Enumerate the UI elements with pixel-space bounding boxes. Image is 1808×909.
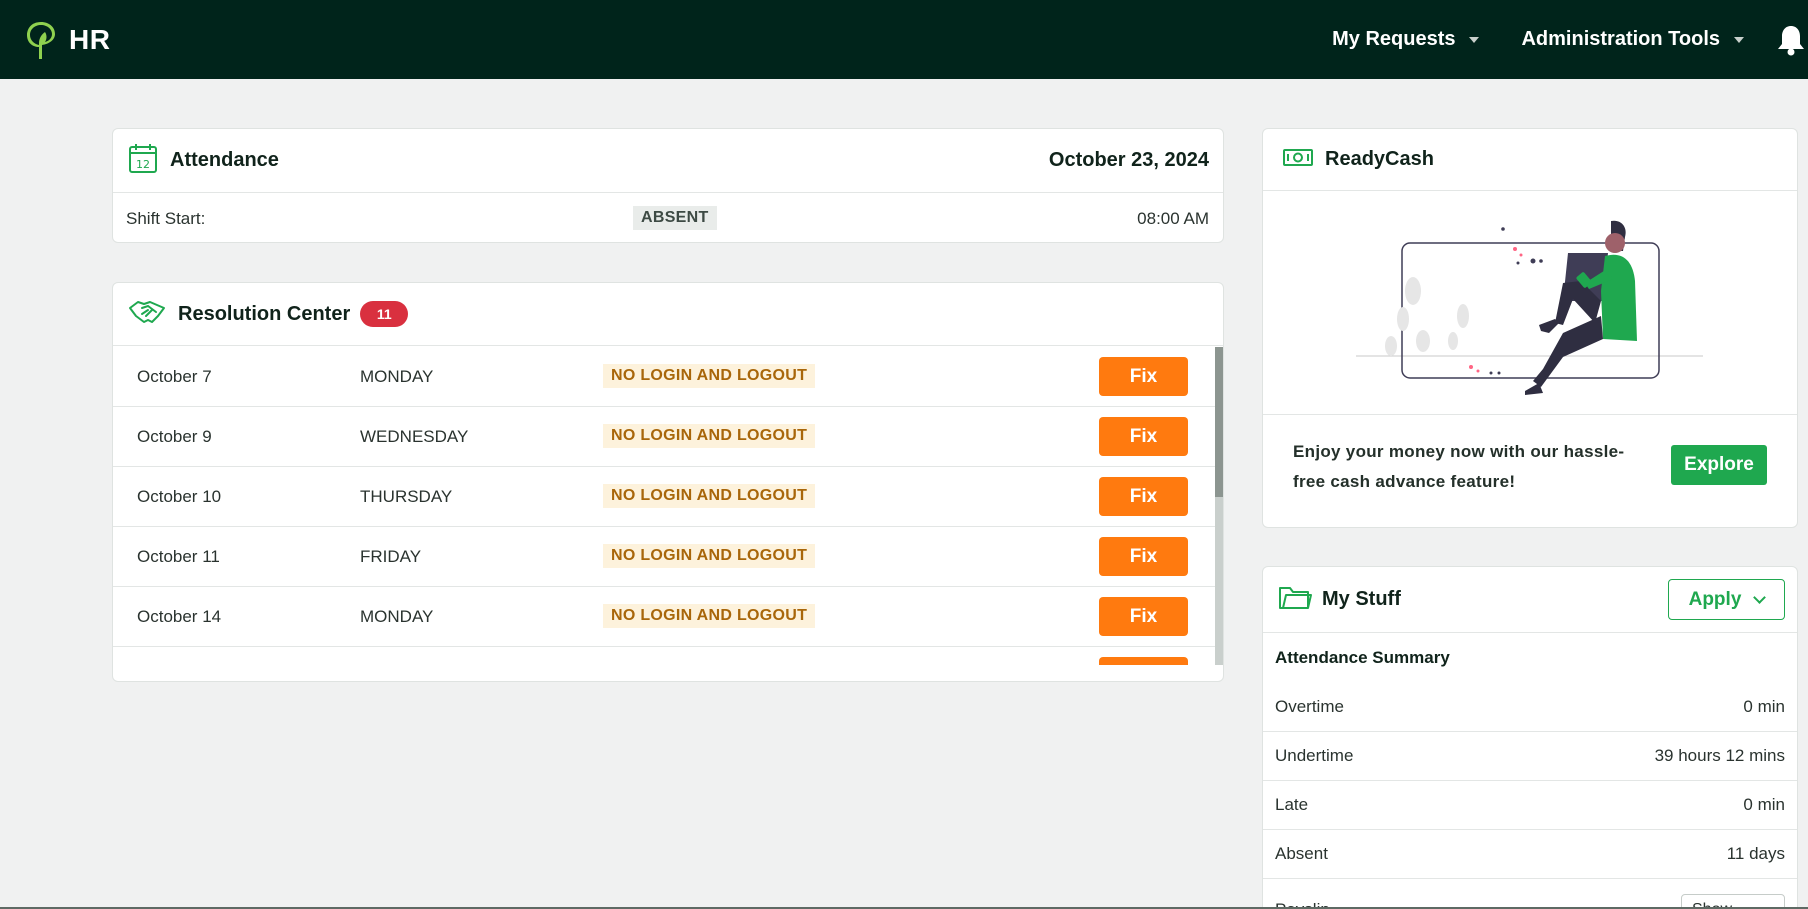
- row-date: October 7: [137, 367, 212, 386]
- bell-icon[interactable]: [1774, 23, 1808, 57]
- status-badge: ABSENT: [633, 206, 717, 230]
- row-day: MONDAY: [360, 367, 434, 386]
- fix-button[interactable]: Fix: [1099, 477, 1188, 516]
- apply-dropdown-button[interactable]: Apply: [1668, 579, 1785, 620]
- summary-label: Undertime: [1275, 746, 1354, 765]
- row-day: FRIDAY: [360, 547, 422, 566]
- row-date: October 14: [137, 607, 222, 626]
- attendance-title: Attendance: [170, 149, 279, 171]
- chevron-down-icon: [1753, 590, 1767, 604]
- explore-button[interactable]: Explore: [1671, 445, 1767, 485]
- table-row: October 9 WEDNESDAY NO LOGIN AND LOGOUT …: [113, 407, 1215, 467]
- chevron-down-icon: [1734, 36, 1744, 43]
- table-row: [113, 647, 1215, 665]
- readycash-card: ReadyCash Enjoy your money now with our …: [1262, 128, 1798, 528]
- shift-row: Shift Start: ABSENT 08:00 AM: [113, 193, 1223, 242]
- chevron-down-icon: [1469, 36, 1480, 43]
- summary-row: Overtime 0 min: [1263, 683, 1797, 732]
- attendance-card: 12 Attendance October 23, 2024 Shift Sta…: [112, 128, 1224, 243]
- resolution-center-card: Resolution Center 11 October 7 MONDAY NO…: [112, 282, 1224, 682]
- summary-row: Undertime 39 hours 12 mins: [1263, 732, 1797, 781]
- readycash-illustration: [1263, 191, 1797, 415]
- apply-label: Apply: [1688, 588, 1742, 610]
- issue-badge: NO LOGIN AND LOGOUT: [603, 484, 816, 508]
- summary-label: Absent: [1275, 844, 1328, 863]
- table-row: October 11 FRIDAY NO LOGIN AND LOGOUT Fi…: [113, 527, 1215, 587]
- scrollbar-thumb[interactable]: [1215, 347, 1223, 497]
- row-day: THURSDAY: [360, 487, 453, 506]
- issue-badge: NO LOGIN AND LOGOUT: [603, 604, 816, 628]
- brand-name: HR: [69, 23, 111, 55]
- scrollbar[interactable]: [1215, 347, 1223, 665]
- resolution-list[interactable]: October 7 MONDAY NO LOGIN AND LOGOUT Fix…: [113, 347, 1215, 665]
- fix-button[interactable]: [1099, 657, 1188, 665]
- row-date: October 10: [137, 487, 222, 506]
- shift-start-label: Shift Start:: [126, 208, 206, 228]
- row-day: WEDNESDAY: [360, 427, 469, 446]
- count-badge: 11: [360, 301, 409, 327]
- cash-icon: [1283, 147, 1313, 172]
- issue-badge: NO LOGIN AND LOGOUT: [603, 424, 816, 448]
- row-date: October 9: [137, 427, 212, 446]
- table-row: October 7 MONDAY NO LOGIN AND LOGOUT Fix: [113, 347, 1215, 407]
- attendance-date: October 23, 2024: [1048, 149, 1209, 171]
- my-stuff-title: My Stuff: [1322, 588, 1401, 610]
- my-stuff-card: My Stuff Apply Attendance Summary Overti…: [1262, 566, 1798, 909]
- top-navbar: HR My Requests Administration Tools: [0, 0, 1808, 79]
- folder-icon: [1278, 583, 1312, 616]
- row-date: October 11: [137, 547, 220, 566]
- summary-value: 11 days: [1726, 844, 1785, 863]
- readycash-description: Enjoy your money now with our hassle-fre…: [1293, 442, 1625, 491]
- my-requests-label: My Requests: [1332, 28, 1456, 50]
- fix-button[interactable]: Fix: [1099, 417, 1188, 456]
- resolution-center-title: Resolution Center: [178, 302, 351, 325]
- leaf-logo-icon: [25, 19, 57, 61]
- summary-value: 39 hours 12 mins: [1654, 746, 1785, 765]
- summary-label: Late: [1275, 795, 1309, 814]
- table-row: October 10 THURSDAY NO LOGIN AND LOGOUT …: [113, 467, 1215, 527]
- shift-start-time: 08:00 AM: [1137, 208, 1209, 228]
- summary-row: Payslip Show: [1263, 879, 1797, 909]
- summary-value: 0 min: [1743, 697, 1785, 716]
- attendance-summary-title: Attendance Summary: [1275, 648, 1450, 667]
- handshake-icon: [128, 298, 166, 331]
- summary-value: 0 min: [1743, 795, 1785, 814]
- issue-badge: NO LOGIN AND LOGOUT: [603, 544, 816, 568]
- table-row: October 14 MONDAY NO LOGIN AND LOGOUT Fi…: [113, 587, 1215, 647]
- summary-row: Late 0 min: [1263, 781, 1797, 830]
- fix-button[interactable]: Fix: [1099, 597, 1188, 636]
- my-requests-menu[interactable]: My Requests: [1332, 28, 1480, 51]
- svg-text:12: 12: [136, 158, 150, 171]
- row-day: MONDAY: [360, 607, 434, 626]
- summary-row: Absent 11 days: [1263, 830, 1797, 879]
- calendar-icon: 12: [128, 142, 158, 179]
- administration-tools-label: Administration Tools: [1521, 28, 1720, 50]
- summary-label: Overtime: [1275, 697, 1344, 716]
- brand-home-link[interactable]: HR: [25, 19, 110, 61]
- fix-button[interactable]: Fix: [1099, 537, 1188, 576]
- issue-badge: NO LOGIN AND LOGOUT: [603, 364, 816, 388]
- fix-button[interactable]: Fix: [1099, 357, 1188, 396]
- readycash-title: ReadyCash: [1325, 148, 1434, 170]
- administration-tools-menu[interactable]: Administration Tools: [1521, 28, 1744, 51]
